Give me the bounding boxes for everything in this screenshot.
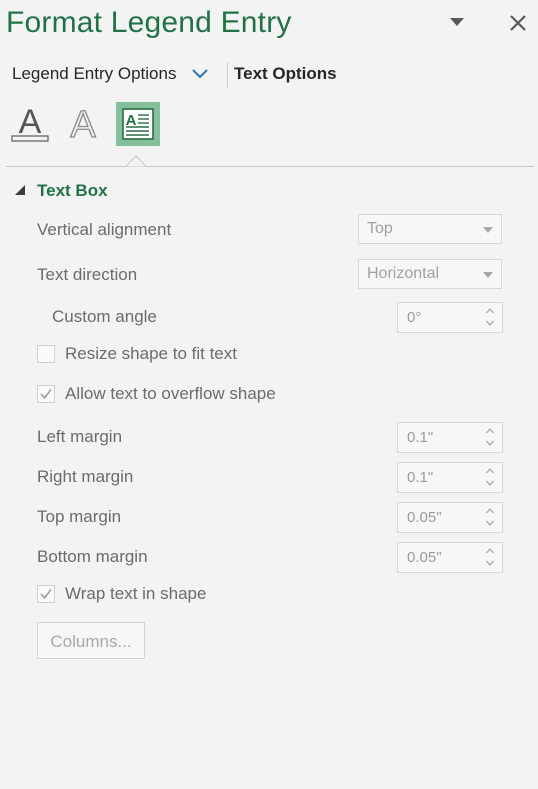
chevron-down-icon[interactable] (192, 68, 208, 80)
text-direction-select[interactable]: Horizontal (358, 259, 502, 289)
spin-up-icon[interactable] (486, 548, 494, 554)
bottom-margin-label: Bottom margin (37, 547, 148, 566)
text-direction-label: Text direction (37, 265, 138, 284)
text-direction-value: Horizontal (367, 265, 440, 282)
checkmark-icon (40, 389, 52, 400)
close-icon[interactable] (509, 14, 527, 32)
spin-down-icon[interactable] (486, 560, 494, 566)
text-effects-letter: A (70, 104, 96, 146)
pane-options-dropdown-icon[interactable] (449, 17, 465, 27)
checkmark-icon (40, 589, 52, 600)
spin-up-icon[interactable] (486, 428, 494, 434)
custom-angle-label: Custom angle (52, 307, 157, 326)
left-margin-spinner[interactable]: 0.1" (397, 422, 503, 453)
collapse-triangle-icon[interactable] (15, 185, 25, 195)
custom-angle-spinner[interactable]: 0° (397, 302, 503, 333)
vertical-alignment-value: Top (367, 220, 393, 237)
right-margin-spinner[interactable]: 0.1" (397, 462, 503, 493)
text-effects-icon: A (70, 103, 97, 146)
resize-shape-checkbox[interactable] (37, 345, 55, 363)
text-fill-letter: A (19, 103, 42, 141)
allow-overflow-label: Allow text to overflow shape (65, 384, 276, 403)
right-margin-label: Right margin (37, 467, 134, 486)
top-margin-spinner[interactable]: 0.05" (397, 502, 503, 533)
left-margin-label: Left margin (37, 427, 123, 446)
columns-button[interactable]: Columns... (37, 622, 145, 659)
spin-down-icon[interactable] (486, 520, 494, 526)
text-fill-icon: A (11, 103, 49, 142)
tab-separator (227, 62, 228, 88)
spin-up-icon[interactable] (486, 508, 494, 514)
text-effects-tab[interactable]: A (61, 102, 105, 146)
top-margin-value: 0.05" (407, 509, 442, 526)
dropdown-arrow-icon (483, 272, 493, 278)
spin-up-icon[interactable] (486, 468, 494, 474)
tab-legend-entry-options[interactable]: Legend Entry Options (12, 64, 176, 84)
section-title-text-box[interactable]: Text Box (37, 181, 108, 201)
bottom-margin-spinner[interactable]: 0.05" (397, 542, 503, 573)
resize-shape-label: Resize shape to fit text (65, 344, 237, 363)
custom-angle-value: 0° (407, 309, 422, 326)
text-fill-outline-tab[interactable]: A (8, 102, 52, 146)
header-divider (6, 166, 534, 167)
spin-down-icon[interactable] (486, 320, 494, 326)
dropdown-arrow-icon (483, 227, 493, 233)
spin-up-icon[interactable] (486, 308, 494, 314)
selected-tab-notch (126, 155, 146, 167)
textbox-icon: A (122, 108, 154, 140)
spin-down-icon[interactable] (486, 440, 494, 446)
wrap-text-checkbox[interactable] (37, 585, 55, 603)
pane-title: Format Legend Entry (6, 6, 292, 39)
bottom-margin-value: 0.05" (407, 549, 442, 566)
left-margin-value: 0.1" (407, 429, 434, 446)
allow-overflow-checkbox[interactable] (37, 385, 55, 403)
textbox-tab[interactable]: A (116, 102, 160, 146)
top-margin-label: Top margin (37, 507, 122, 526)
tab-text-options[interactable]: Text Options (234, 64, 337, 84)
spin-down-icon[interactable] (486, 480, 494, 486)
vertical-alignment-select[interactable]: Top (358, 214, 502, 244)
wrap-text-label: Wrap text in shape (65, 584, 207, 603)
right-margin-value: 0.1" (407, 469, 434, 486)
vertical-alignment-label: Vertical alignment (37, 220, 172, 239)
